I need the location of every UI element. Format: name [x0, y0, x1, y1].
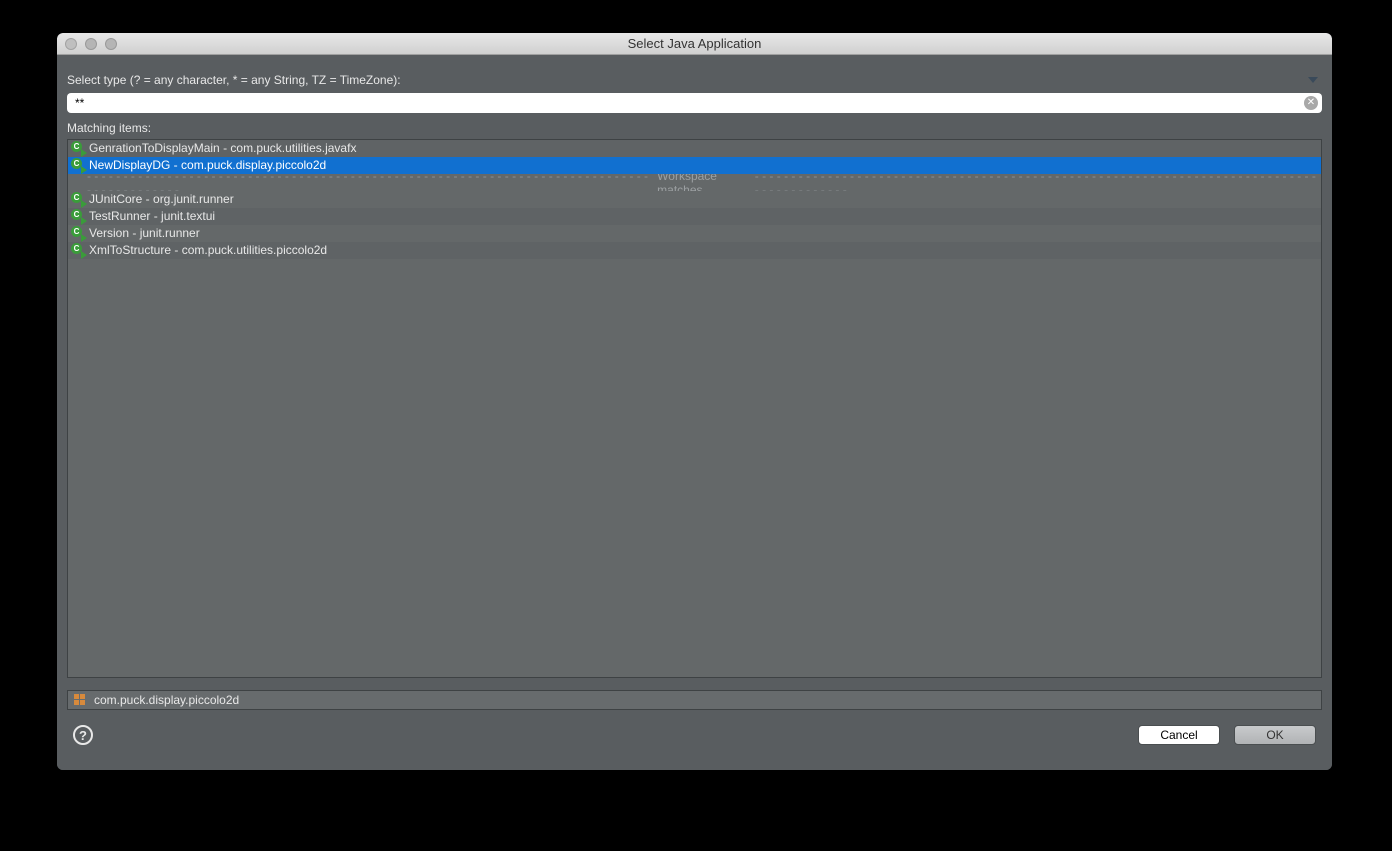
- list-item[interactable]: NewDisplayDG - com.puck.display.piccolo2…: [68, 157, 1321, 174]
- zoom-window-button[interactable]: [105, 38, 117, 50]
- window-title: Select Java Application: [57, 36, 1332, 51]
- dialog-body: Select type (? = any character, * = any …: [57, 55, 1332, 770]
- list-item[interactable]: Version - junit.runner: [68, 225, 1321, 242]
- package-icon: [74, 694, 88, 706]
- java-class-runnable-icon: [71, 243, 86, 258]
- filter-label-row: Select type (? = any character, * = any …: [67, 65, 1322, 87]
- java-class-runnable-icon: [71, 209, 86, 224]
- dialog-footer: ? Cancel OK: [67, 710, 1322, 760]
- workspace-separator: - - - - - - - - - - - - - - - - - - - - …: [68, 174, 1321, 191]
- status-bar: com.puck.display.piccolo2d: [67, 690, 1322, 710]
- cancel-button[interactable]: Cancel: [1138, 725, 1220, 745]
- close-window-button[interactable]: [65, 38, 77, 50]
- titlebar: Select Java Application: [57, 33, 1332, 55]
- list-item[interactable]: XmlToStructure - com.puck.utilities.picc…: [68, 242, 1321, 259]
- list-item-label: Version - junit.runner: [89, 225, 200, 242]
- list-item-label: TestRunner - junit.textui: [89, 208, 215, 225]
- list-item-label: GenrationToDisplayMain - com.puck.utilit…: [89, 140, 356, 157]
- separator-label: Workspace matches: [653, 174, 755, 191]
- list-item-label: NewDisplayDG - com.puck.display.piccolo2…: [89, 157, 326, 174]
- minimize-window-button[interactable]: [85, 38, 97, 50]
- java-class-runnable-icon: [71, 158, 86, 173]
- java-class-runnable-icon: [71, 192, 86, 207]
- window-controls: [57, 38, 117, 50]
- ok-button[interactable]: OK: [1234, 725, 1316, 745]
- filter-input[interactable]: [67, 93, 1322, 113]
- status-package-label: com.puck.display.piccolo2d: [94, 693, 239, 707]
- list-item[interactable]: GenrationToDisplayMain - com.puck.utilit…: [68, 140, 1321, 157]
- progress-spinner-icon: [71, 175, 84, 190]
- list-item[interactable]: TestRunner - junit.textui: [68, 208, 1321, 225]
- dialog-buttons: Cancel OK: [1138, 725, 1316, 745]
- clear-filter-icon[interactable]: ✕: [1304, 96, 1318, 110]
- list-item-label: XmlToStructure - com.puck.utilities.picc…: [89, 242, 327, 259]
- list-item-label: JUnitCore - org.junit.runner: [89, 191, 234, 208]
- java-class-runnable-icon: [71, 141, 86, 156]
- view-menu-icon[interactable]: [1308, 77, 1318, 83]
- dialog-window: Select Java Application Select type (? =…: [57, 33, 1332, 770]
- list-item[interactable]: JUnitCore - org.junit.runner: [68, 191, 1321, 208]
- matching-items-label: Matching items:: [67, 121, 1322, 135]
- java-class-runnable-icon: [71, 226, 86, 241]
- filter-field-container: ✕: [67, 93, 1322, 113]
- filter-label: Select type (? = any character, * = any …: [67, 73, 401, 87]
- help-icon[interactable]: ?: [73, 725, 93, 745]
- matching-items-list[interactable]: GenrationToDisplayMain - com.puck.utilit…: [67, 139, 1322, 678]
